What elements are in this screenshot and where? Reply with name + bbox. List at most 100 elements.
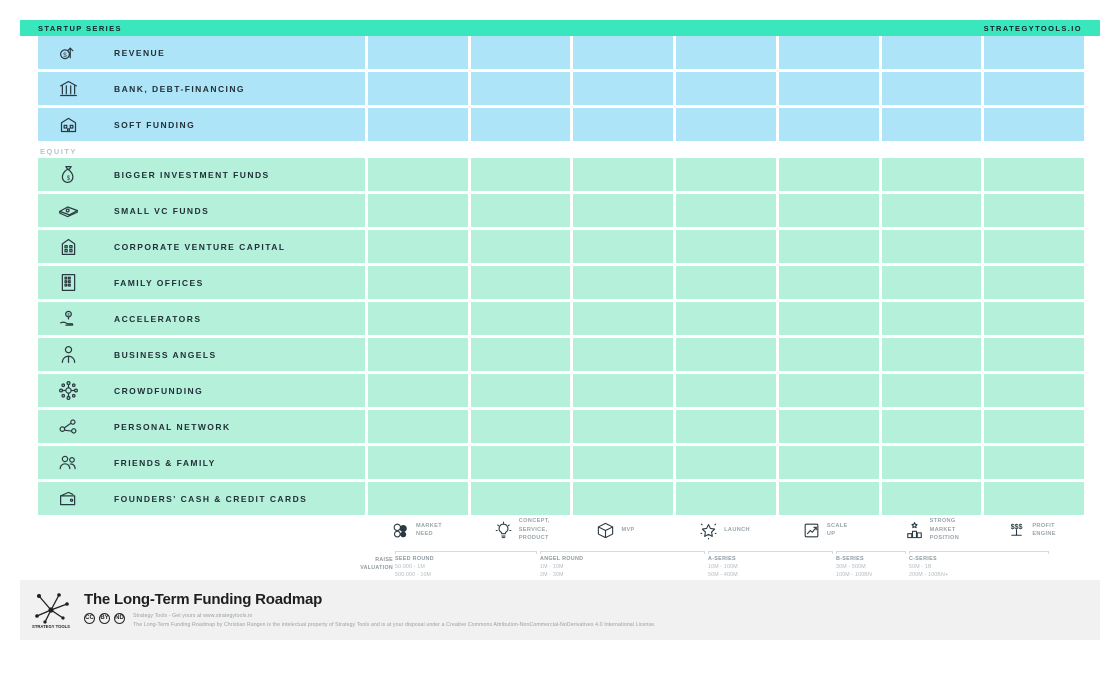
matrix-cell[interactable] xyxy=(778,158,879,191)
matrix-cell[interactable] xyxy=(984,36,1085,69)
matrix-cell[interactable] xyxy=(778,194,879,227)
matrix-cell[interactable] xyxy=(470,446,571,479)
matrix-cell[interactable] xyxy=(470,302,571,335)
matrix-cell[interactable] xyxy=(778,446,879,479)
matrix-cell[interactable] xyxy=(368,266,468,299)
matrix-cell[interactable] xyxy=(676,302,776,335)
milestone-label-line: STRONG xyxy=(929,518,956,525)
matrix-cell[interactable] xyxy=(778,108,879,141)
round-name: C-SERIES xyxy=(909,556,937,562)
matrix-cell[interactable] xyxy=(573,302,674,335)
row-label-cell: FRIENDS & FAMILY xyxy=(38,446,365,479)
matrix-cell[interactable] xyxy=(368,374,468,407)
matrix-cell[interactable] xyxy=(573,194,674,227)
matrix-cell[interactable] xyxy=(470,266,571,299)
row-cells xyxy=(365,338,1085,371)
matrix-cell[interactable] xyxy=(984,194,1085,227)
matrix-cell[interactable] xyxy=(368,108,468,141)
milestone-label: MARKET NEED xyxy=(416,522,442,539)
milestone-label: SCALE UP xyxy=(827,522,848,539)
matrix-cell[interactable] xyxy=(676,266,776,299)
matrix-cell[interactable] xyxy=(676,446,776,479)
matrix-cell[interactable] xyxy=(573,338,674,371)
matrix-cell[interactable] xyxy=(984,338,1085,371)
matrix-cell[interactable] xyxy=(778,374,879,407)
matrix-cell[interactable] xyxy=(984,230,1085,263)
round-columns: SEED ROUND 50.000 - 1M 500.000 - 10M ANGEL … xyxy=(395,551,1085,579)
matrix-cell[interactable] xyxy=(676,230,776,263)
matrix-cell[interactable] xyxy=(676,108,776,141)
matrix-cell[interactable] xyxy=(368,338,468,371)
matrix-cell[interactable] xyxy=(368,36,468,69)
matrix-cell[interactable] xyxy=(984,410,1085,443)
matrix-cell[interactable] xyxy=(573,410,674,443)
matrix-cell[interactable] xyxy=(881,374,982,407)
matrix-cell[interactable] xyxy=(676,194,776,227)
matrix-cell[interactable] xyxy=(676,36,776,69)
matrix-cell[interactable] xyxy=(368,446,468,479)
matrix-cell[interactable] xyxy=(470,108,571,141)
matrix-cell[interactable] xyxy=(470,194,571,227)
matrix-row: CROWDFUNDING xyxy=(38,374,1085,407)
matrix-cell[interactable] xyxy=(368,302,468,335)
matrix-cell[interactable] xyxy=(984,302,1085,335)
matrix-cell[interactable] xyxy=(470,374,571,407)
milestone-row: MARKET NEED CONCEPT, SERVICE, PRODUCT MVP LAUN… xyxy=(365,510,1084,550)
matrix-cell[interactable] xyxy=(778,302,879,335)
matrix-cell[interactable] xyxy=(470,72,571,105)
matrix-cell[interactable] xyxy=(676,72,776,105)
matrix-cell[interactable] xyxy=(984,72,1085,105)
matrix-cell[interactable] xyxy=(368,158,468,191)
matrix-cell[interactable] xyxy=(984,158,1085,191)
matrix-cell[interactable] xyxy=(881,230,982,263)
matrix-cell[interactable] xyxy=(368,410,468,443)
matrix-cell[interactable] xyxy=(676,374,776,407)
row-cells xyxy=(365,36,1085,69)
matrix-cell[interactable] xyxy=(984,374,1085,407)
round-key-labels: RAISE VALUATION xyxy=(345,556,393,572)
matrix-cell[interactable] xyxy=(881,108,982,141)
matrix-cell[interactable] xyxy=(470,158,571,191)
matrix-cell[interactable] xyxy=(881,446,982,479)
footer-line-1: Strategy Tools - Get yours at www.strate… xyxy=(133,612,253,619)
matrix-cell[interactable] xyxy=(573,230,674,263)
matrix-cell[interactable] xyxy=(676,158,776,191)
matrix-cell[interactable] xyxy=(881,266,982,299)
matrix-cell[interactable] xyxy=(470,410,571,443)
matrix-cell[interactable] xyxy=(778,338,879,371)
matrix-cell[interactable] xyxy=(470,338,571,371)
matrix-cell[interactable] xyxy=(984,446,1085,479)
matrix-cell[interactable] xyxy=(881,338,982,371)
matrix-cell[interactable] xyxy=(778,266,879,299)
matrix-cell[interactable] xyxy=(881,410,982,443)
matrix-cell[interactable] xyxy=(470,36,571,69)
matrix-row: CORPORATE VENTURE CAPITAL xyxy=(38,230,1085,263)
matrix-cell[interactable] xyxy=(573,36,674,69)
matrix-cell[interactable] xyxy=(573,374,674,407)
matrix-cell[interactable] xyxy=(676,338,776,371)
matrix-cell[interactable] xyxy=(778,230,879,263)
matrix-cell[interactable] xyxy=(368,194,468,227)
matrix-cell[interactable] xyxy=(573,72,674,105)
matrix-cell[interactable] xyxy=(881,302,982,335)
matrix-cell[interactable] xyxy=(368,72,468,105)
matrix-cell[interactable] xyxy=(573,108,674,141)
row-cells xyxy=(365,230,1085,263)
matrix-cell[interactable] xyxy=(368,230,468,263)
matrix-cell[interactable] xyxy=(881,194,982,227)
matrix-cell[interactable] xyxy=(778,36,879,69)
matrix-cell[interactable] xyxy=(778,72,879,105)
matrix-cell[interactable] xyxy=(984,108,1085,141)
matrix-cell[interactable] xyxy=(881,72,982,105)
matrix-cell[interactable] xyxy=(881,36,982,69)
matrix-cell[interactable] xyxy=(984,266,1085,299)
matrix-cell[interactable] xyxy=(573,158,674,191)
matrix-cell[interactable] xyxy=(881,158,982,191)
matrix-cell[interactable] xyxy=(778,410,879,443)
round-bracket xyxy=(836,551,906,554)
matrix-cell[interactable] xyxy=(573,266,674,299)
svg-text:$: $ xyxy=(66,175,70,182)
matrix-cell[interactable] xyxy=(573,446,674,479)
matrix-cell[interactable] xyxy=(470,230,571,263)
matrix-cell[interactable] xyxy=(676,410,776,443)
